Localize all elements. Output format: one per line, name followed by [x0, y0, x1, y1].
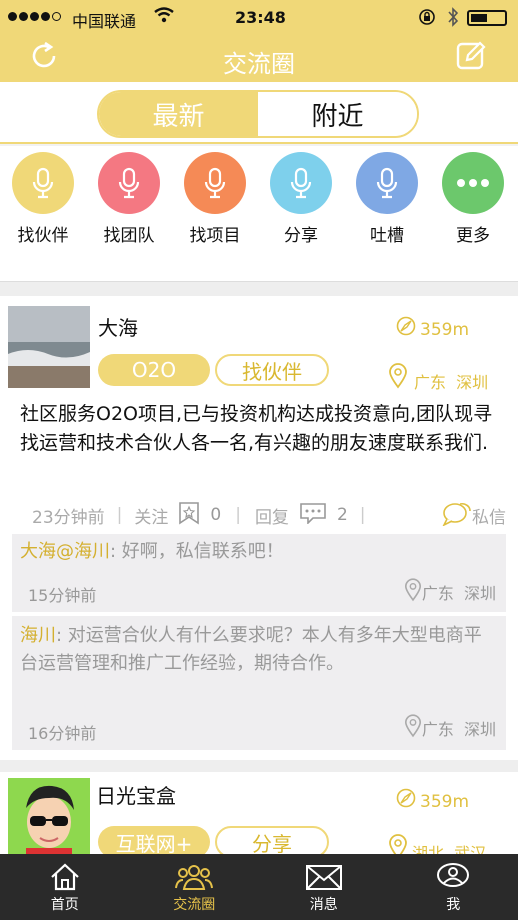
- reply-item: 大海@海川: 好啊，私信联系吧！ 15分钟前 广东 深圳: [12, 534, 506, 612]
- wifi-icon: [154, 7, 174, 27]
- tab-nearby[interactable]: 附近: [258, 92, 417, 136]
- battery-icon: [467, 10, 507, 26]
- compass-icon: [396, 788, 416, 812]
- reply-location-text: 广东 深圳: [421, 720, 496, 739]
- category-more[interactable]: 更多: [438, 152, 508, 246]
- category-find-partner[interactable]: 找伙伴: [8, 152, 78, 246]
- location: 广东 深圳: [414, 373, 489, 392]
- comment-icon[interactable]: [299, 502, 327, 529]
- location-pin-icon: [388, 834, 408, 854]
- location-pin-icon: [404, 714, 422, 742]
- tag-find-partner[interactable]: 找伙伴: [215, 354, 329, 386]
- microphone-icon: [184, 152, 246, 214]
- post-time: 23分钟前: [32, 507, 105, 528]
- compass-icon: [396, 316, 416, 340]
- user-name[interactable]: 日光宝盒: [96, 780, 176, 809]
- user-name[interactable]: 大海: [98, 312, 138, 341]
- avatar[interactable]: [8, 778, 90, 854]
- reply-body: : 对运营合伙人有什么要求呢？本人有多年大型电商平台运营管理和推广工作经验，期待…: [20, 625, 482, 674]
- rotation-lock-icon: [418, 8, 436, 30]
- category-label: 分享: [284, 226, 318, 246]
- section-divider: [0, 282, 518, 296]
- reply-time: 15分钟前: [28, 586, 97, 605]
- signal-icon: [8, 12, 61, 21]
- follow-label[interactable]: 关注: [134, 503, 168, 528]
- clock: 23:48: [235, 8, 286, 27]
- edit-icon[interactable]: [455, 39, 487, 71]
- follow-count: 0: [210, 505, 222, 525]
- bookmark-icon[interactable]: [178, 501, 200, 530]
- envelope-icon: [259, 862, 389, 892]
- private-message-label[interactable]: 私信: [472, 503, 506, 528]
- more-icon: [442, 152, 504, 214]
- chat-bubble-icon[interactable]: [442, 500, 472, 531]
- reply-author[interactable]: 海川: [20, 625, 56, 646]
- reply-body: : 好啊，私信联系吧！: [110, 541, 284, 562]
- distance: 359m: [420, 320, 470, 340]
- reply-count: 2: [336, 505, 348, 525]
- reply-author[interactable]: 大海@海川: [20, 541, 110, 562]
- tag-o2o[interactable]: O2O: [98, 354, 210, 386]
- distance: 359m: [420, 792, 470, 812]
- tab-label: 交流圈: [173, 897, 216, 913]
- category-complain[interactable]: 吐槽: [352, 152, 422, 246]
- post-meta: 23分钟前 | 关注 0 | 回复 2 | 私信: [32, 501, 506, 530]
- location-pin-icon: [404, 578, 422, 606]
- tab-community[interactable]: 交流圈: [130, 854, 260, 920]
- location-pin-icon: [388, 363, 408, 393]
- tag-share[interactable]: 分享: [215, 826, 329, 854]
- reply-time: 16分钟前: [28, 724, 97, 743]
- reply-text: 大海@海川: 好啊，私信联系吧！: [20, 538, 500, 566]
- post-content: 社区服务O2O项目,已与投资机构达成投资意向,团队现寻找运营和技术合伙人各一名,…: [20, 403, 493, 454]
- category-label: 找项目: [189, 226, 241, 246]
- tab-label: 我: [446, 897, 461, 913]
- user-icon: [389, 862, 518, 892]
- post-card: 日光宝盒 359m 互联网+ 分享 湖北 武汉: [0, 772, 518, 854]
- category-find-project[interactable]: 找项目: [180, 152, 250, 246]
- reply-location: 广东 深圳: [404, 578, 496, 606]
- segmented-control: 最新 附近: [97, 90, 419, 138]
- category-find-team[interactable]: 找团队: [94, 152, 164, 246]
- reply-location-text: 广东 深圳: [421, 584, 496, 603]
- microphone-icon: [270, 152, 332, 214]
- tab-home[interactable]: 首页: [0, 854, 130, 920]
- navigation-bar: 交流圈: [0, 36, 518, 82]
- tab-latest[interactable]: 最新: [99, 92, 258, 136]
- category-share[interactable]: 分享: [266, 152, 336, 246]
- carrier-label: 中国联通: [72, 12, 137, 31]
- category-label: 找团队: [103, 226, 155, 246]
- category-label: 找伙伴: [17, 226, 69, 246]
- segment-bar: 最新 附近: [0, 82, 518, 144]
- category-row: 找伙伴 找团队 找项目 分享 吐槽 更多: [0, 146, 518, 282]
- category-label: 更多: [456, 226, 490, 246]
- tab-label: 消息: [309, 897, 338, 913]
- location: 湖北 武汉: [412, 844, 487, 854]
- tab-bar: 首页 交流圈 消息 我: [0, 854, 518, 920]
- reply-location: 广东 深圳: [404, 714, 496, 742]
- status-bar: 中国联通 23:48: [0, 0, 518, 36]
- category-label: 吐槽: [370, 226, 404, 246]
- reply-item: 海川: 对运营合伙人有什么要求呢？本人有多年大型电商平台运营管理和推广工作经验，…: [12, 616, 506, 750]
- reply-text: 海川: 对运营合伙人有什么要求呢？本人有多年大型电商平台运营管理和推广工作经验，…: [20, 622, 494, 678]
- avatar[interactable]: [8, 306, 90, 388]
- section-divider: [0, 760, 518, 772]
- microphone-icon: [356, 152, 418, 214]
- microphone-icon: [12, 152, 74, 214]
- page-title: 交流圈: [223, 50, 295, 78]
- microphone-icon: [98, 152, 160, 214]
- bluetooth-icon: [447, 7, 459, 31]
- tab-me[interactable]: 我: [389, 854, 518, 920]
- tag-internet-plus[interactable]: 互联网+: [98, 826, 210, 854]
- post-card: 大海 359m O2O 找伙伴 广东 深圳 社区服务O2O项目,已与投资机构达成…: [0, 296, 518, 760]
- reply-label[interactable]: 回复: [255, 503, 289, 528]
- home-icon: [0, 862, 130, 892]
- tab-messages[interactable]: 消息: [259, 854, 389, 920]
- group-icon: [130, 862, 260, 892]
- tab-label: 首页: [50, 897, 79, 913]
